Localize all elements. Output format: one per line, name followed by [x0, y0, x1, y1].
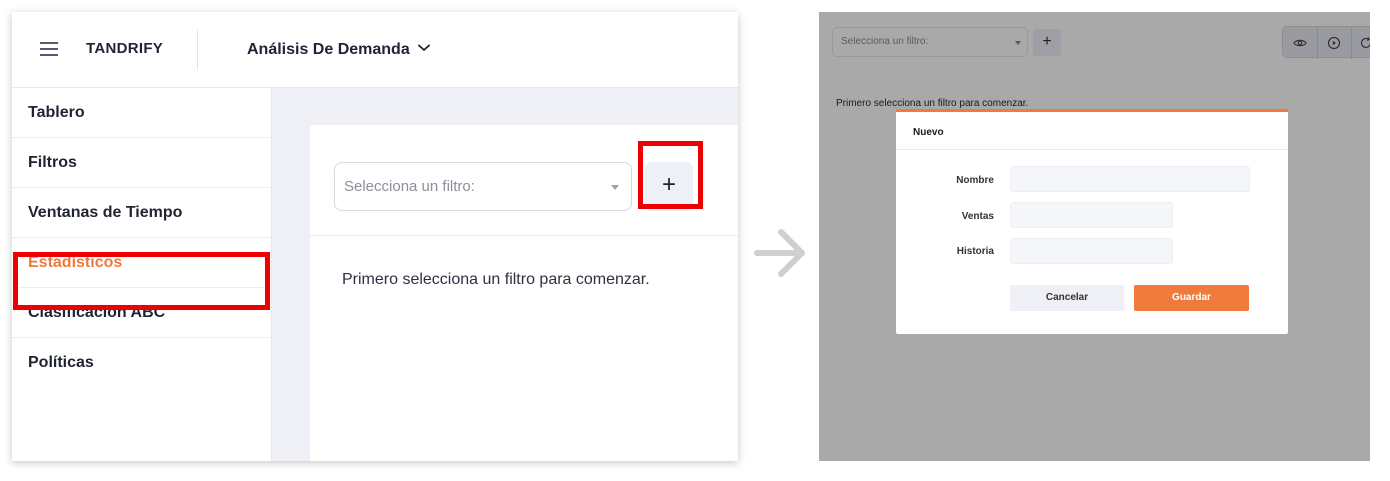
save-button[interactable]: Guardar [1134, 285, 1249, 311]
add-filter-button[interactable]: + [1033, 29, 1061, 56]
module-title: Análisis De Demanda [247, 41, 410, 58]
historia-label: Historia [956, 246, 994, 257]
nombre-label: Nombre [956, 175, 994, 186]
arrow-right-icon [753, 226, 809, 287]
filter-select-placeholder: Selecciona un filtro: [344, 178, 475, 195]
play-icon[interactable] [1327, 36, 1341, 55]
filter-select-placeholder: Selecciona un filtro: [841, 36, 929, 47]
highlight-estadisticos [13, 252, 270, 310]
sidebar-item-ventanas-de-tiempo[interactable]: Ventanas de Tiempo [12, 188, 271, 238]
refresh-icon[interactable] [1359, 36, 1370, 55]
top-bar: TANDRIFY Análisis De Demanda [12, 12, 738, 88]
toolbar-separator [1351, 27, 1352, 59]
sidebar-item-politicas[interactable]: Políticas [12, 338, 271, 388]
sidebar-item-filtros[interactable]: Filtros [12, 138, 271, 188]
new-filter-modal: Nuevo Nombre Ventas Historia Cancelar Gu… [896, 109, 1288, 334]
header-divider [197, 30, 198, 70]
nombre-input[interactable] [1010, 166, 1250, 192]
filter-select[interactable]: Selecciona un filtro: [334, 162, 632, 211]
brand-logo: TANDRIFY [86, 40, 164, 57]
caret-down-icon [611, 185, 619, 190]
cancel-button[interactable]: Cancelar [1010, 285, 1124, 311]
menu-icon[interactable] [40, 42, 58, 56]
eye-icon[interactable] [1293, 36, 1307, 55]
ventas-label: Ventas [961, 211, 994, 222]
highlight-add-button [638, 141, 703, 209]
historia-input[interactable] [1010, 238, 1173, 264]
ventas-input[interactable] [1010, 202, 1173, 228]
left-screenshot: TANDRIFY Análisis De Demanda Tablero Fil… [12, 12, 738, 461]
modal-divider [896, 149, 1288, 150]
caret-down-icon [1015, 41, 1021, 45]
sidebar-item-tablero[interactable]: Tablero [12, 88, 271, 138]
right-screenshot: Selecciona un filtro: + Primero seleccio… [819, 12, 1370, 461]
empty-state-message: Primero selecciona un filtro para comenz… [836, 98, 1029, 109]
filter-select[interactable]: Selecciona un filtro: [832, 27, 1028, 57]
empty-state-message: Primero selecciona un filtro para comenz… [342, 271, 650, 288]
modal-title: Nuevo [913, 127, 944, 138]
module-selector[interactable]: Análisis De Demanda [247, 39, 430, 59]
toolbar-icon-group [1282, 26, 1370, 59]
chevron-down-icon [417, 39, 430, 57]
toolbar-separator [1317, 27, 1318, 59]
card-divider [310, 235, 738, 236]
